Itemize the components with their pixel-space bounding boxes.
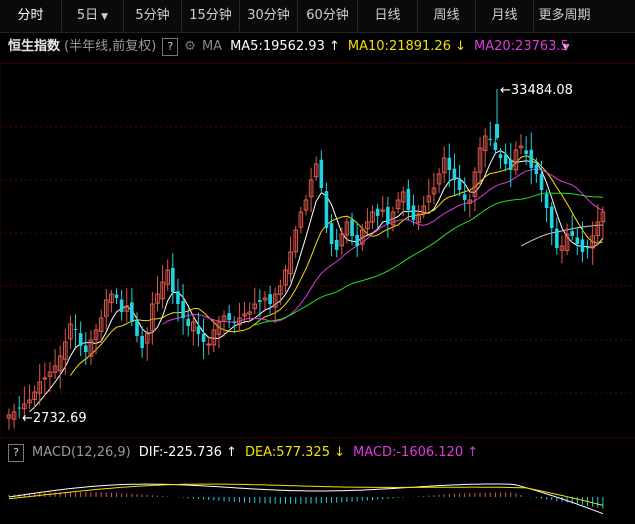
candle [135,320,139,336]
candle [503,154,508,164]
candle [78,333,83,346]
candle [544,193,549,208]
macd-value: MACD:-1606.120 ↑ [353,445,479,460]
candle [575,237,580,244]
candle [171,267,175,292]
candle [196,326,201,334]
help-icon[interactable]: ? [8,443,24,462]
candle [201,333,206,342]
candle [539,173,544,190]
candle [119,299,124,312]
candle [508,159,513,170]
candle [493,142,498,150]
candle [524,150,528,154]
candle [495,124,499,138]
candle [232,321,237,323]
candle [114,294,119,298]
macd-label: MACD(12,26,9) [32,445,131,460]
candle [73,328,78,330]
low-arrow-label: ←2732.69 [22,411,87,426]
high-arrow-label: ←33484.08 [500,83,573,98]
candle [181,301,185,318]
candle [227,313,231,320]
candle [452,168,457,180]
arrow-down-icon: ↓ [334,445,346,460]
arrow-up-icon: ↑ [226,445,237,460]
candle [84,345,88,352]
macd-chart [8,483,604,515]
candle [355,234,359,246]
candle [375,208,380,216]
candle [386,206,390,224]
candle [268,294,272,304]
candle [186,318,190,326]
chart-grid [0,62,635,438]
candle [462,194,467,200]
candle [585,247,590,249]
candle [17,407,22,409]
candle [411,205,416,220]
candle [140,335,144,348]
dif-value: DIF:-225.736 ↑ [138,445,237,460]
candle [498,154,503,158]
arrow-up-icon: ↑ [467,445,479,460]
ma10-line [69,155,604,376]
dea-value: DEA:577.325 ↓ [244,445,346,460]
candle [406,188,411,210]
moving-average-lines [29,149,604,413]
candle [350,219,354,236]
candle [447,157,452,170]
candle [42,377,48,380]
candles [6,96,606,430]
candle [549,206,554,228]
candle [324,191,329,228]
candle [580,239,585,252]
macd-info-bar: ? MACD(12,26,9) DIF:-225.736 ↑ DEA:577.325 … [0,442,635,464]
candle [130,302,134,322]
candle [570,231,574,236]
candle [457,179,462,190]
candle [258,300,262,302]
candle [534,164,539,174]
candle [319,159,324,188]
candle [206,343,211,346]
candle [176,291,180,304]
candle [488,138,493,140]
candle [334,239,339,250]
candle [329,223,334,244]
candle [555,228,559,248]
ma5-line [29,149,604,413]
ma20-line [162,168,604,326]
candle [529,149,534,168]
